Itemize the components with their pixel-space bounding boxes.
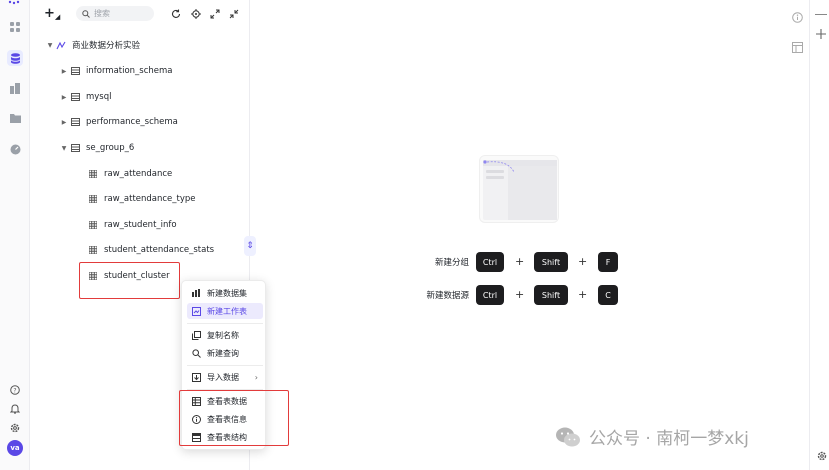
shortcut-plus: + <box>515 288 525 301</box>
tree-schema-node[interactable]: ▶ mysql <box>59 89 112 105</box>
layout-icon[interactable] <box>791 41 803 53</box>
schema-icon <box>69 92 81 102</box>
dataset-icon <box>191 288 201 298</box>
locate-icon[interactable] <box>189 7 202 20</box>
wechat-icon <box>556 427 580 446</box>
shortcut-key: Ctrl <box>476 252 504 272</box>
tree-schema-label: mysql <box>86 92 112 102</box>
import-icon <box>191 372 201 382</box>
empty-state-illustration <box>479 155 559 223</box>
chevron-right-icon[interactable]: ▶ <box>59 119 69 126</box>
shortcut-plus: + <box>515 255 525 268</box>
shortcut-key: F <box>598 252 618 272</box>
copy-icon <box>191 330 201 340</box>
chevron-right-icon[interactable]: ▶ <box>59 94 69 101</box>
search-icon <box>82 9 90 18</box>
tree-root-label: 商业数据分析实验 <box>72 41 141 51</box>
chevron-down-icon[interactable]: ▼ <box>45 42 55 49</box>
svg-text:?: ? <box>13 387 16 394</box>
chevron-right-icon[interactable]: ▶ <box>59 68 69 75</box>
shortcut-key: Ctrl <box>476 285 504 305</box>
far-right-rail <box>810 0 829 470</box>
table-icon <box>87 194 99 204</box>
datasource-icon <box>55 40 67 50</box>
highlight-box <box>79 262 180 299</box>
tree-table-label: raw_student_info <box>104 220 177 230</box>
settings-icon[interactable] <box>816 450 828 462</box>
minimize-icon[interactable] <box>815 14 827 15</box>
refresh-icon[interactable] <box>169 7 182 20</box>
help-icon[interactable]: ? <box>7 382 23 398</box>
shortcut-key: C <box>598 285 618 305</box>
info-icon[interactable] <box>791 11 803 23</box>
app-logo-icon[interactable] <box>8 0 22 6</box>
table-icon <box>87 220 99 230</box>
watermark-text: 公众号 · 南柯一梦xkj <box>589 429 749 449</box>
schema-icon <box>69 66 81 76</box>
schema-icon <box>69 143 81 153</box>
tree-schema-node[interactable]: ▼ se_group_6 <box>59 140 135 156</box>
search-placeholder: 搜索 <box>94 9 110 18</box>
tree-table-label: raw_attendance <box>104 169 173 179</box>
shortcut-key: Shift <box>534 252 568 272</box>
user-avatar[interactable]: va <box>7 440 23 456</box>
menu-item-label: 新建工作表 <box>207 306 247 316</box>
tree-schema-label: information_schema <box>86 66 173 76</box>
tree-schema-node[interactable]: ▶ information_schema <box>59 63 173 79</box>
shortcut-key: Shift <box>534 285 568 305</box>
gauge-icon[interactable] <box>7 141 23 157</box>
tree-root-node[interactable]: ▼ 商业数据分析实验 <box>45 37 140 53</box>
menu-item-label: 新建查询 <box>207 348 239 358</box>
expand-icon[interactable] <box>208 7 221 20</box>
folder-icon[interactable] <box>7 110 23 126</box>
menu-item-label: 复制名称 <box>207 330 239 340</box>
worksheet-icon <box>191 306 201 316</box>
database-icon[interactable] <box>7 50 23 66</box>
tree-schema-label: se_group_6 <box>86 143 135 153</box>
table-icon <box>87 169 99 179</box>
right-tool-rail <box>784 0 810 470</box>
shortcut-label: 新建分组 <box>434 258 469 268</box>
menu-item-label: 导入数据 <box>207 372 239 382</box>
menu-item-label: 新建数据集 <box>207 288 247 298</box>
shortcut-plus: + <box>578 288 588 301</box>
tree-toolbar: +◢ 搜索 <box>41 6 241 22</box>
left-rail: ? va <box>0 0 30 470</box>
add-icon[interactable] <box>815 28 827 40</box>
collapse-all-icon[interactable] <box>227 7 240 20</box>
tree-table-label: student_attendance_stats <box>104 245 215 255</box>
shortcut-label: 新建数据源 <box>426 291 469 301</box>
watermark: 公众号 · 南柯一梦xkj <box>555 424 749 449</box>
apps-grid-icon[interactable] <box>7 19 23 35</box>
tree-schema-label: performance_schema <box>86 117 178 127</box>
tree-table-node[interactable]: student_attendance_stats <box>87 242 214 258</box>
settings-icon[interactable] <box>7 420 23 436</box>
tree-table-label: raw_attendance_type <box>104 194 196 204</box>
tree-table-node[interactable]: raw_attendance <box>87 166 172 182</box>
tree-table-node[interactable]: raw_student_info <box>87 217 177 233</box>
shortcut-plus: + <box>578 255 588 268</box>
table-icon <box>87 245 99 255</box>
tree-table-node[interactable]: raw_attendance_type <box>87 191 196 207</box>
chevron-down-icon[interactable]: ▼ <box>59 145 69 152</box>
dashboard-icon[interactable] <box>7 80 23 96</box>
search-input[interactable]: 搜索 <box>76 6 154 21</box>
add-icon[interactable]: +◢ <box>44 7 60 24</box>
bell-icon[interactable] <box>7 401 23 417</box>
query-search-icon <box>191 348 201 358</box>
tree-schema-node[interactable]: ▶ performance_schema <box>59 114 178 130</box>
schema-icon <box>69 117 81 127</box>
main-content: 新建分组 Ctrl + Shift + F 新建数据源 Ctrl + Shift… <box>251 0 784 470</box>
